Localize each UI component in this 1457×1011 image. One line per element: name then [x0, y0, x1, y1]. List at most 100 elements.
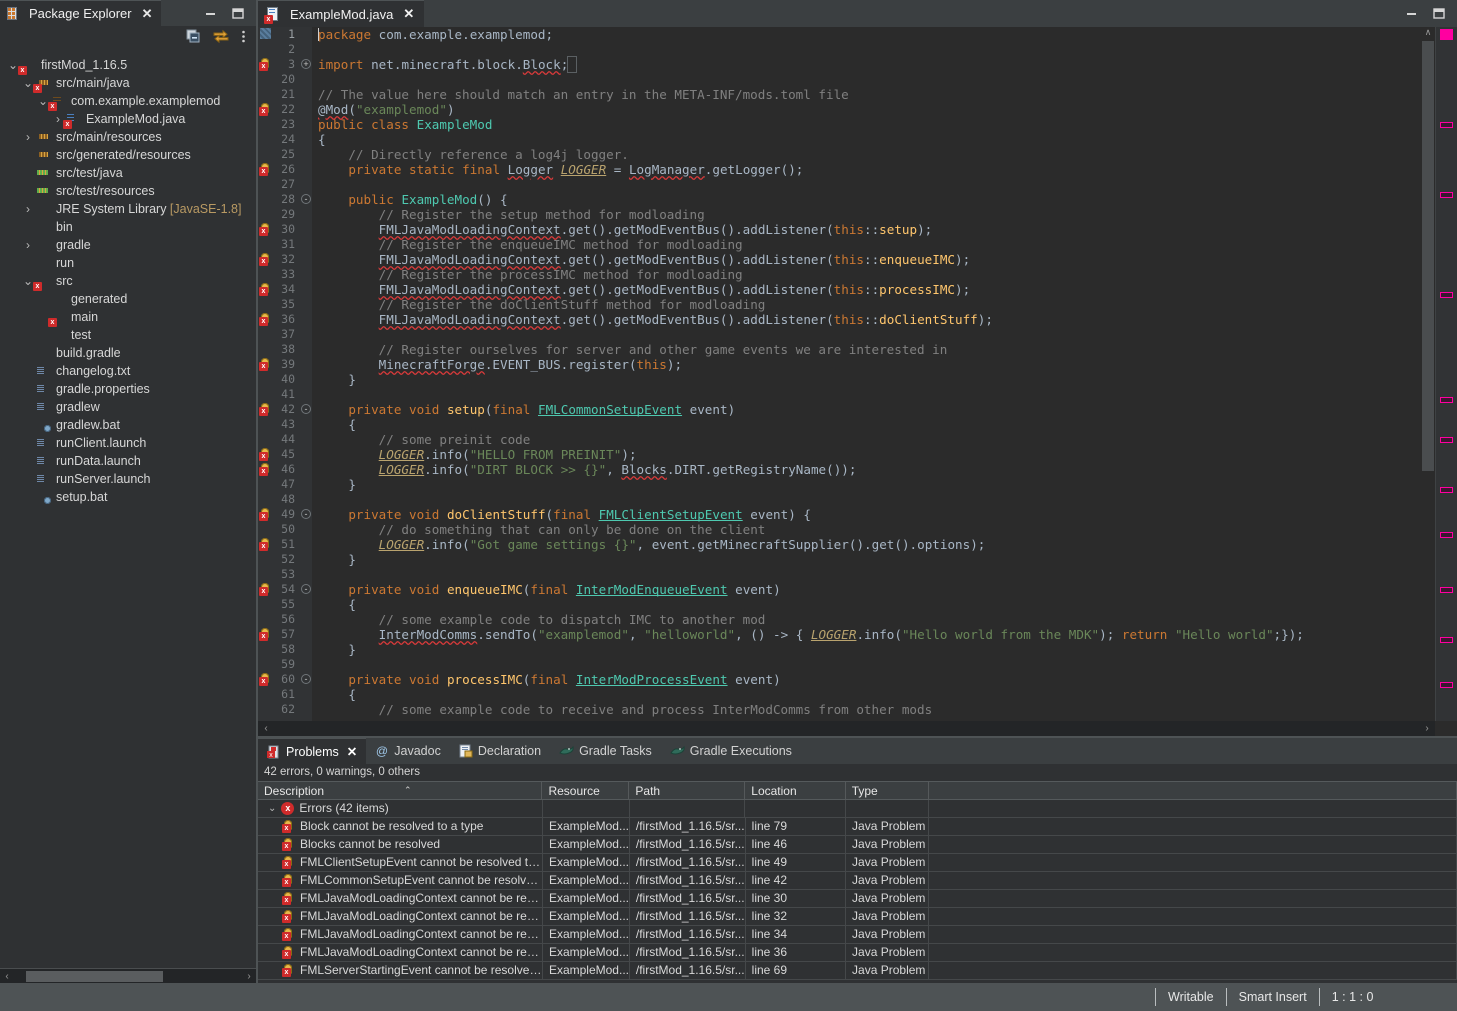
- tree-item[interactable]: src/test/resources: [0, 182, 256, 200]
- code-line[interactable]: [312, 387, 1457, 402]
- tree-item[interactable]: generated: [0, 290, 256, 308]
- scroll-left-icon[interactable]: ‹: [258, 723, 274, 734]
- package-explorer-hscrollbar[interactable]: ‹ ›: [0, 968, 256, 983]
- code-line[interactable]: public ExampleMod() {: [312, 192, 1457, 207]
- column-header-path[interactable]: Path: [629, 782, 746, 799]
- ruler-error-marker[interactable]: [1440, 637, 1453, 643]
- collapse-all-icon[interactable]: [186, 29, 201, 49]
- ruler-error-marker[interactable]: [1440, 587, 1453, 593]
- tab-javadoc[interactable]: @ Javadoc: [366, 738, 450, 764]
- code-line[interactable]: LOGGER.info("DIRT BLOCK >> {}", Blocks.D…: [312, 462, 1457, 477]
- tree-item[interactable]: gradlew.bat: [0, 416, 256, 434]
- tree-item[interactable]: run: [0, 254, 256, 272]
- problem-description-cell[interactable]: x FMLJavaModLoadingContext cannot be reso…: [258, 908, 543, 925]
- project-tree[interactable]: ⌄ x firstMod_1.16.5 ⌄ x src/main/java ⌄ x com.ex…: [0, 52, 256, 968]
- error-marker-icon[interactable]: x: [259, 538, 271, 551]
- table-row[interactable]: x FMLJavaModLoadingContext cannot be reso…: [258, 944, 1457, 962]
- editor-body[interactable]: xxxxxxxxxxxxxxxx 1 2 3 20 21 22 23 24 25 26 27 28 29…: [258, 27, 1457, 736]
- code-line[interactable]: }: [312, 642, 1457, 657]
- code-line[interactable]: }: [312, 477, 1457, 492]
- code-line[interactable]: {: [312, 132, 1457, 147]
- code-line[interactable]: FMLJavaModLoadingContext.get().getModEve…: [312, 252, 1457, 267]
- code-line[interactable]: MinecraftForge.EVENT_BUS.register(this);: [312, 357, 1457, 372]
- tree-item[interactable]: › x ExampleMod.java: [0, 110, 256, 129]
- error-marker-icon[interactable]: x: [259, 223, 271, 236]
- ruler-error-marker[interactable]: [1440, 122, 1453, 128]
- table-row[interactable]: x FMLJavaModLoadingContext cannot be reso…: [258, 926, 1457, 944]
- column-header-resource[interactable]: Resource: [542, 782, 630, 799]
- editor-text-area[interactable]: package com.example.examplemod; import n…: [312, 27, 1457, 736]
- fold-expand-icon[interactable]: +: [301, 59, 311, 69]
- scroll-right-icon[interactable]: ›: [242, 971, 256, 982]
- table-row[interactable]: x FMLCommonSetupEvent cannot be resolved …: [258, 872, 1457, 890]
- editor-marker-gutter[interactable]: xxxxxxxxxxxxxxxx: [258, 27, 272, 736]
- tree-item[interactable]: runServer.launch: [0, 470, 256, 488]
- ruler-error-marker[interactable]: [1440, 292, 1453, 298]
- error-marker-icon[interactable]: x: [259, 313, 271, 326]
- code-line[interactable]: private void doClientStuff(final FMLClie…: [312, 507, 1457, 522]
- ruler-error-marker[interactable]: [1440, 532, 1453, 538]
- problem-description-cell[interactable]: x Blocks cannot be resolved: [258, 836, 543, 853]
- code-line[interactable]: {: [312, 687, 1457, 702]
- code-line[interactable]: public class ExampleMod: [312, 117, 1457, 132]
- error-marker-icon[interactable]: x: [259, 103, 271, 116]
- code-line[interactable]: private void setup(final FMLCommonSetupE…: [312, 402, 1457, 417]
- code-line[interactable]: }: [312, 552, 1457, 567]
- tree-item[interactable]: build.gradle: [0, 344, 256, 362]
- chevron-right-icon[interactable]: ›: [21, 130, 35, 144]
- ruler-error-marker[interactable]: [1440, 437, 1453, 443]
- error-marker-icon[interactable]: x: [259, 673, 271, 686]
- error-marker-icon[interactable]: x: [259, 448, 271, 461]
- code-line[interactable]: [312, 177, 1457, 192]
- problems-group-row[interactable]: ⌄ x Errors (42 items): [258, 800, 1457, 818]
- code-line[interactable]: private void enqueueIMC(final InterModEn…: [312, 582, 1457, 597]
- link-with-editor-icon[interactable]: [213, 29, 229, 49]
- problem-description-cell[interactable]: x FMLServerStartingEvent cannot be resolv…: [258, 962, 543, 979]
- problem-description-cell[interactable]: x Block cannot be resolved to a type: [258, 818, 543, 835]
- code-line[interactable]: [312, 657, 1457, 672]
- code-line[interactable]: // The value here should match an entry …: [312, 87, 1457, 102]
- tree-item[interactable]: src/test/java: [0, 164, 256, 182]
- tree-item[interactable]: › src/main/resources: [0, 128, 256, 146]
- problem-description-cell[interactable]: x FMLClientSetupEvent cannot be resolved …: [258, 854, 543, 871]
- tree-item[interactable]: x main: [0, 308, 256, 327]
- code-line[interactable]: {: [312, 417, 1457, 432]
- table-row[interactable]: x FMLJavaModLoadingContext cannot be reso…: [258, 908, 1457, 926]
- error-marker-icon[interactable]: x: [259, 358, 271, 371]
- tree-item[interactable]: runData.launch: [0, 452, 256, 470]
- vscroll-thumb[interactable]: [1422, 41, 1434, 471]
- tree-item[interactable]: ⌄ x com.example.examplemod: [0, 92, 256, 111]
- code-line[interactable]: [312, 327, 1457, 342]
- tree-item[interactable]: setup.bat: [0, 488, 256, 506]
- code-line[interactable]: [312, 492, 1457, 507]
- error-marker-icon[interactable]: x: [259, 628, 271, 641]
- fold-collapse-icon[interactable]: -: [301, 194, 311, 204]
- error-marker-icon[interactable]: x: [259, 508, 271, 521]
- ruler-error-marker[interactable]: [1440, 192, 1453, 198]
- code-line[interactable]: private static final Logger LOGGER = Log…: [312, 162, 1457, 177]
- tree-item[interactable]: ⌄ x src: [0, 272, 256, 291]
- chevron-right-icon[interactable]: ›: [21, 202, 35, 216]
- fold-collapse-icon[interactable]: -: [301, 404, 311, 414]
- table-row[interactable]: x FMLJavaModLoadingContext cannot be reso…: [258, 890, 1457, 908]
- fold-collapse-icon[interactable]: -: [301, 584, 311, 594]
- table-row[interactable]: x Blocks cannot be resolved ExampleMod....…: [258, 836, 1457, 854]
- tree-item[interactable]: bin: [0, 218, 256, 236]
- code-line[interactable]: InterModComms.sendTo("examplemod", "hell…: [312, 627, 1457, 642]
- tree-item[interactable]: gradle.properties: [0, 380, 256, 398]
- maximize-icon[interactable]: [231, 7, 244, 20]
- ruler-error-marker[interactable]: [1440, 397, 1453, 403]
- tab-package-explorer[interactable]: Package Explorer ✕: [0, 0, 161, 26]
- problems-table-body[interactable]: ⌄ x Errors (42 items) x Block cannot be reso…: [258, 800, 1457, 980]
- hscroll-track[interactable]: [14, 969, 242, 983]
- editor-vscrollbar[interactable]: ∧: [1421, 27, 1435, 721]
- close-icon[interactable]: ✕: [347, 744, 357, 759]
- tree-item[interactable]: › JRE System Library [JavaSE-1.8]: [0, 200, 256, 218]
- code-line[interactable]: FMLJavaModLoadingContext.get().getModEve…: [312, 222, 1457, 237]
- code-line[interactable]: [312, 567, 1457, 582]
- error-marker-icon[interactable]: x: [259, 283, 271, 296]
- editor-folding-gutter[interactable]: + - - - - -: [300, 27, 312, 736]
- error-summary-marker[interactable]: [1440, 29, 1453, 40]
- group-cell[interactable]: ⌄ x Errors (42 items): [258, 800, 543, 817]
- code-line[interactable]: private void processIMC(final InterModPr…: [312, 672, 1457, 687]
